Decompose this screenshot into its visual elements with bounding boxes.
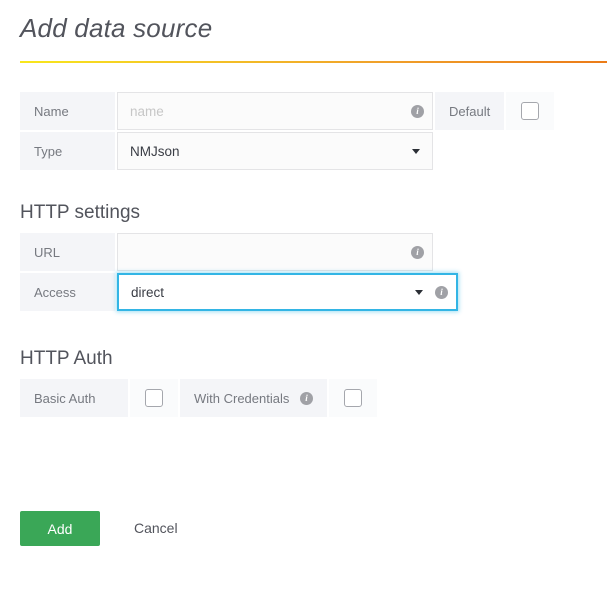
with-credentials-checkbox-cell [329,379,377,417]
info-icon[interactable]: i [300,391,313,405]
info-icon[interactable]: i [411,245,424,259]
with-credentials-cell: With Credentials i [180,379,327,417]
basic-auth-checkbox[interactable] [145,389,163,407]
type-row: Type NMJson [20,132,433,170]
add-button[interactable]: Add [20,511,100,546]
url-input[interactable]: i [117,233,433,271]
info-icon[interactable]: i [435,285,448,299]
access-label: Access [20,273,115,311]
type-select[interactable]: NMJson [117,132,433,170]
url-label: URL [20,233,115,271]
name-row: Name name i Default [20,92,555,130]
with-credentials-checkbox[interactable] [344,389,362,407]
default-checkbox[interactable] [521,102,540,120]
url-row: URL i [20,233,433,271]
basic-auth-checkbox-cell [130,379,178,417]
chevron-down-icon [415,289,423,295]
default-label: Default [435,92,505,130]
name-label: Name [20,92,115,130]
access-select-wrapper[interactable]: direct i [117,273,458,311]
info-icon[interactable]: i [411,104,424,118]
chevron-down-icon [412,148,420,154]
type-select-value: NMJson [130,143,180,159]
cancel-button[interactable]: Cancel [134,511,178,546]
type-label: Type [20,132,115,170]
title-divider [20,61,607,63]
access-select-value: direct [131,284,165,300]
access-select[interactable]: direct [119,275,435,309]
name-input-placeholder: name [130,103,164,119]
with-credentials-label: With Credentials [194,390,290,406]
http-auth-heading: HTTP Auth [20,348,113,369]
basic-auth-label: Basic Auth [20,379,128,417]
http-settings-heading: HTTP settings [20,202,141,223]
default-checkbox-cell [506,92,555,130]
add-data-source-page: Add data source Name name i Default Type… [0,0,607,609]
name-input[interactable]: name i [117,92,433,130]
http-auth-row: Basic Auth With Credentials i [20,379,377,417]
page-title: Add data source [20,13,213,43]
access-row: Access direct i [20,273,458,311]
